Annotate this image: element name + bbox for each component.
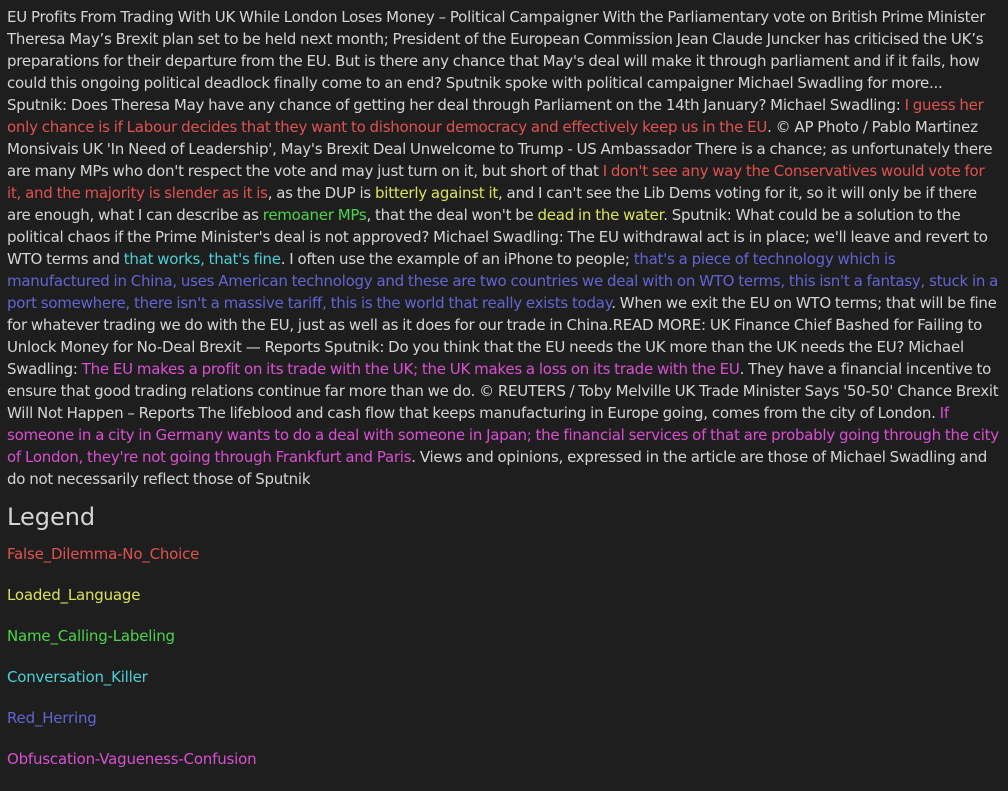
article-segment-conversation-killer: that works, that's fine [123, 250, 281, 268]
article-segment-name-calling: remoaner MPs [262, 206, 367, 224]
legend-item-loaded-language: Loaded_Language [7, 586, 141, 604]
legend: Legend False_Dilemma-No_Choice Loaded_La… [0, 501, 1008, 770]
article-segment-loaded-language: dead in the water [537, 206, 664, 224]
article-segment-plain: , that the deal won't be [366, 206, 538, 224]
article-segment-plain: , as the DUP is [267, 184, 375, 202]
legend-item-name-calling: Name_Calling-Labeling [7, 627, 175, 645]
legend-item-conversation-killer: Conversation_Killer [7, 668, 148, 686]
article-text: EU Profits From Trading With UK While Lo… [0, 0, 1008, 490]
legend-title: Legend [7, 503, 96, 531]
legend-item-false-dilemma: False_Dilemma-No_Choice [7, 545, 200, 563]
article-segment-obfuscation: The EU makes a profit on its trade with … [81, 360, 740, 378]
article-segment-plain: . I often use the example of an iPhone t… [280, 250, 634, 268]
article-segment-loaded-language: bitterly against it [375, 184, 499, 202]
legend-item-obfuscation: Obfuscation-Vagueness-Confusion [7, 750, 257, 768]
legend-item-red-herring: Red_Herring [7, 709, 97, 727]
article-segment-plain: EU Profits From Trading With UK While Lo… [7, 8, 986, 114]
